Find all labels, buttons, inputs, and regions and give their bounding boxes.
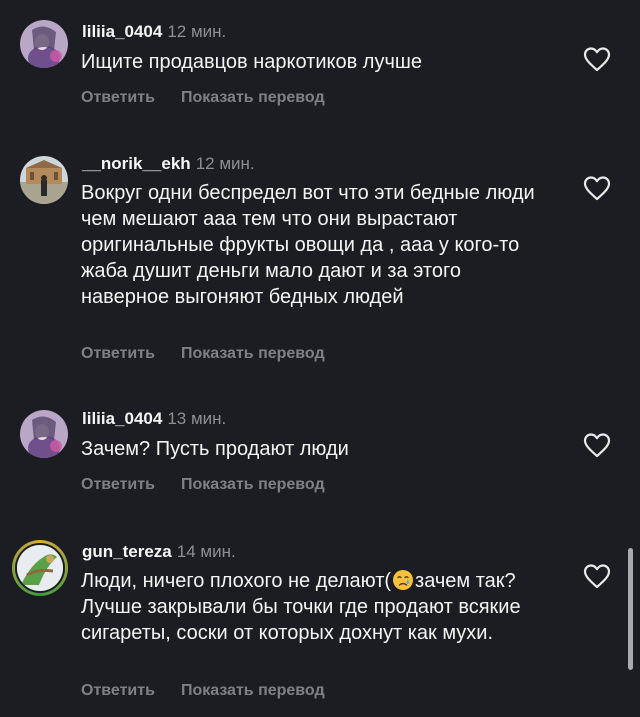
comment-meta: gun_tereza 14 мин. bbox=[82, 541, 236, 563]
comment-actions: Ответить Показать перевод bbox=[81, 344, 325, 364]
comment-actions: Ответить Показать перевод bbox=[81, 475, 325, 495]
timestamp: 12 мин. bbox=[195, 154, 255, 173]
avatar-image bbox=[20, 156, 68, 204]
comment-text: Зачем? Пусть продают люди bbox=[81, 438, 349, 460]
reply-button[interactable]: Ответить bbox=[81, 476, 155, 493]
timestamp: 13 мин. bbox=[167, 409, 227, 428]
comment-meta: liliia_0404 12 мин. bbox=[82, 21, 226, 43]
reply-button[interactable]: Ответить bbox=[81, 682, 155, 699]
timestamp: 14 мин. bbox=[176, 542, 236, 561]
show-translation-button[interactable]: Показать перевод bbox=[181, 682, 325, 699]
comment-text: Ищите продавцов наркотиков лучше bbox=[81, 51, 423, 73]
comment-text: Вокруг одни беспредел вот что эти бедные… bbox=[81, 182, 535, 308]
username[interactable]: liliia_0404 bbox=[82, 22, 162, 41]
username[interactable]: gun_tereza bbox=[82, 542, 172, 561]
comment-text-part: Люди, ничего плохого не делают( bbox=[81, 570, 392, 592]
comment-actions: Ответить Показать перевод bbox=[81, 88, 325, 108]
avatar-image bbox=[20, 410, 68, 458]
avatar[interactable] bbox=[20, 156, 68, 204]
avatar-image bbox=[17, 545, 63, 591]
heart-outline-icon[interactable] bbox=[583, 432, 611, 458]
comment-meta: __norik__ekh 12 мин. bbox=[82, 153, 255, 175]
heart-outline-icon[interactable] bbox=[583, 46, 611, 72]
avatar bbox=[15, 543, 65, 593]
reply-button[interactable]: Ответить bbox=[81, 89, 155, 106]
scrollbar[interactable] bbox=[628, 548, 633, 670]
comment-actions: Ответить Показать перевод bbox=[81, 681, 325, 701]
avatar-story-ring[interactable] bbox=[12, 540, 68, 596]
avatar-image bbox=[20, 20, 68, 68]
show-translation-button[interactable]: Показать перевод bbox=[181, 476, 325, 493]
crying-face-icon bbox=[393, 570, 414, 590]
reply-button[interactable]: Ответить bbox=[81, 345, 155, 362]
comment-text: Люди, ничего плохого не делают( зачем та… bbox=[81, 568, 551, 646]
avatar[interactable] bbox=[20, 20, 68, 68]
timestamp: 12 мин. bbox=[167, 22, 227, 41]
username[interactable]: liliia_0404 bbox=[82, 409, 162, 428]
heart-outline-icon[interactable] bbox=[583, 175, 611, 201]
heart-outline-icon[interactable] bbox=[583, 563, 611, 589]
show-translation-button[interactable]: Показать перевод bbox=[181, 345, 325, 362]
username[interactable]: __norik__ekh bbox=[82, 154, 191, 173]
show-translation-button[interactable]: Показать перевод bbox=[181, 89, 325, 106]
avatar[interactable] bbox=[20, 410, 68, 458]
comment-meta: liliia_0404 13 мин. bbox=[82, 408, 226, 430]
